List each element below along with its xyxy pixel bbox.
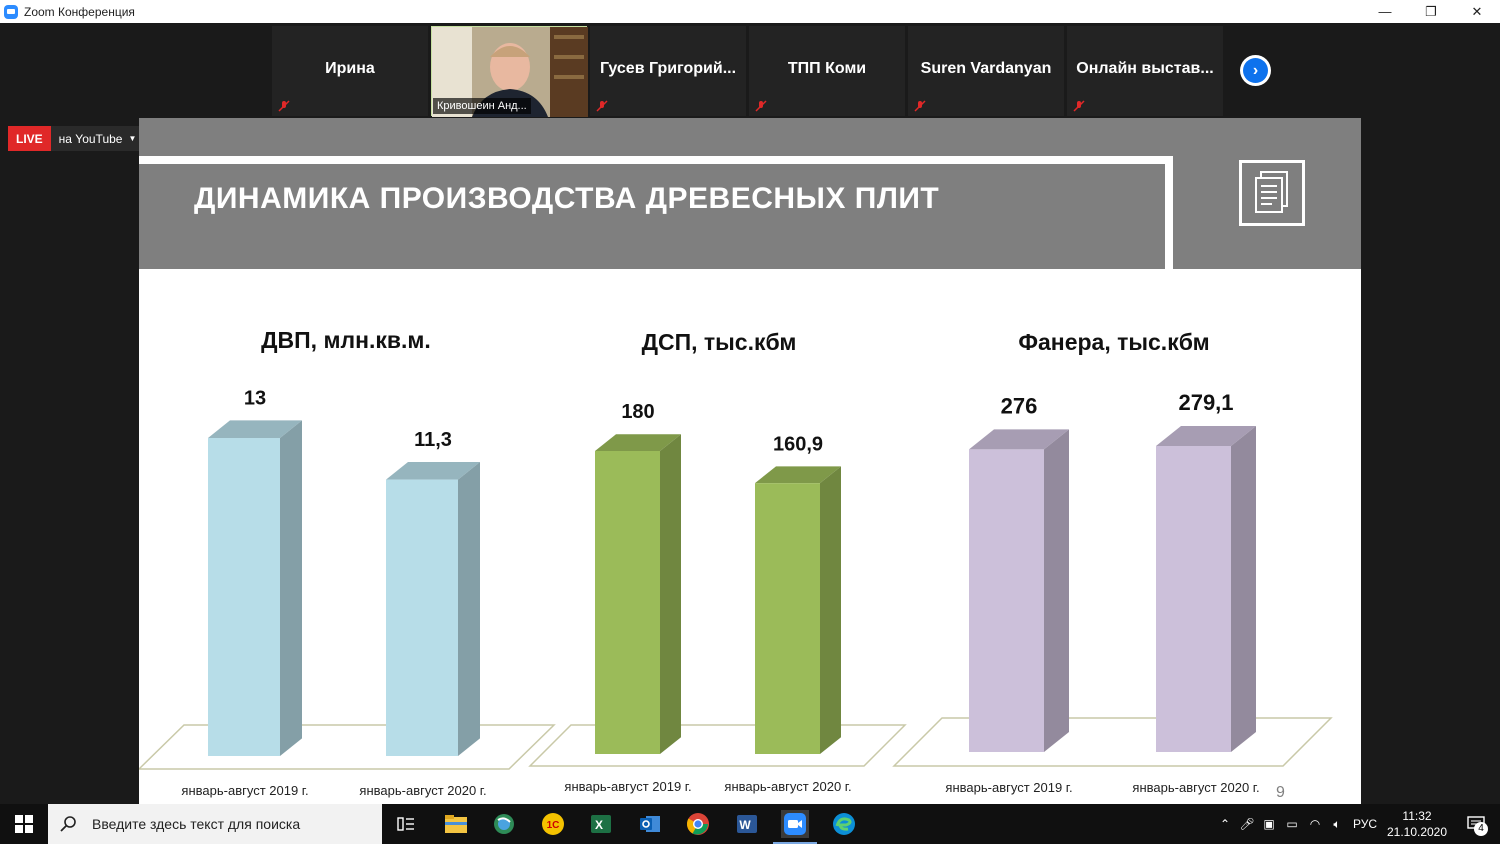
data-label: 276 xyxy=(1001,393,1038,418)
category-label: январь-август 2020 г. xyxy=(724,779,851,794)
data-label: 180 xyxy=(621,401,654,423)
slide-page-number: 9 xyxy=(1276,784,1285,801)
chart-floor xyxy=(892,717,1333,767)
bar-side xyxy=(1044,429,1069,752)
chevron-right-icon: › xyxy=(1243,58,1268,83)
data-label: 13 xyxy=(244,387,266,409)
category-label: январь-август 2020 г. xyxy=(1132,780,1259,795)
live-destination-label: на YouTube xyxy=(58,131,123,146)
chart-title: ДСП, тыс.кбм xyxy=(642,329,797,355)
data-label: 160,9 xyxy=(773,433,823,455)
notifications-button[interactable]: 4 xyxy=(1452,804,1500,844)
browser-icon[interactable] xyxy=(490,810,518,838)
participant-name: Suren Vardanyan xyxy=(920,60,1052,77)
muted-mic-icon xyxy=(914,100,926,112)
taskbar-search-box[interactable]: Введите здесь текст для поиска xyxy=(48,804,382,844)
word-icon[interactable]: W xyxy=(733,810,761,838)
bar xyxy=(595,451,660,754)
file-explorer-icon[interactable] xyxy=(442,810,470,838)
volume-icon[interactable]: 🔈︎ xyxy=(1326,817,1348,832)
muted-mic-icon xyxy=(755,100,767,112)
clock[interactable]: 11:32 21.10.2020 xyxy=(1382,808,1452,840)
zoom-logo-icon xyxy=(4,4,18,19)
bar-side xyxy=(660,434,681,754)
participant-name: Гусев Григорий... xyxy=(599,60,737,77)
bar-side xyxy=(458,461,480,756)
muted-mic-icon xyxy=(596,100,608,112)
category-label: январь-август 2020 г. xyxy=(359,783,486,798)
minimize-button[interactable]: — xyxy=(1362,0,1408,23)
outlook-icon[interactable] xyxy=(636,810,664,838)
window-title: Zoom Конференция xyxy=(24,4,135,19)
chrome-icon[interactable] xyxy=(684,810,712,838)
microphone-icon[interactable]: 🎤︎ xyxy=(1236,817,1258,831)
search-icon xyxy=(60,816,76,832)
chart-floor xyxy=(139,724,556,770)
muted-mic-icon xyxy=(1073,100,1085,112)
battery-icon[interactable]: ▭ xyxy=(1280,817,1304,831)
bar xyxy=(969,449,1044,752)
zoom-window: Zoom Конференция — ❐ ✕ Ирина Кривошеин А… xyxy=(0,0,1500,844)
bar xyxy=(386,479,458,756)
data-label: 279,1 xyxy=(1178,390,1233,415)
search-placeholder: Введите здесь текст для поиска xyxy=(92,816,301,832)
svg-text:1C: 1C xyxy=(547,820,560,831)
language-indicator[interactable]: РУС xyxy=(1348,817,1382,831)
restore-button[interactable]: ❐ xyxy=(1408,0,1454,23)
wifi-icon[interactable]: ◠ xyxy=(1304,817,1326,831)
live-destination[interactable]: на YouTube ▼ xyxy=(50,126,145,151)
chevron-up-icon[interactable]: ⌃ xyxy=(1214,817,1236,831)
chart-floor xyxy=(528,724,907,767)
muted-mic-icon xyxy=(278,100,290,112)
chart-title: ДВП, млн.кв.м. xyxy=(261,327,431,353)
bar xyxy=(208,438,280,756)
excel-icon[interactable]: X xyxy=(587,810,615,838)
participant-tile[interactable]: Онлайн выстав... xyxy=(1067,26,1223,116)
network-status-icon[interactable]: ▣ xyxy=(1258,817,1280,831)
bar xyxy=(755,483,820,754)
participant-tile[interactable]: Ирина xyxy=(272,26,428,116)
shared-screen-slide: ДИНАМИКА ПРОИЗВОДСТВА ДРЕВЕСНЫХ ПЛИТ ДВП… xyxy=(139,118,1361,827)
participant-name: ТПП Коми xyxy=(787,60,867,77)
edge-icon[interactable] xyxy=(830,810,858,838)
charts-area: ДВП, млн.кв.м. 13 январь-август 2019 г. 11,… xyxy=(139,327,1333,798)
svg-text:W: W xyxy=(739,818,751,832)
bar-side xyxy=(820,466,841,754)
participant-name: Кривошеин Анд... xyxy=(433,98,531,114)
participant-tile[interactable]: Гусев Григорий... xyxy=(590,26,746,116)
next-page-button[interactable]: › xyxy=(1240,55,1271,86)
category-label: январь-август 2019 г. xyxy=(564,779,691,794)
clock-date: 21.10.2020 xyxy=(1386,825,1448,839)
1c-icon[interactable]: 1C xyxy=(539,810,567,838)
category-label: январь-август 2019 г. xyxy=(181,783,308,798)
live-stream-indicator[interactable]: LIVE на YouTube ▼ xyxy=(8,126,145,151)
start-button[interactable] xyxy=(0,804,48,844)
participant-video-tile[interactable]: Кривошеин Анд... xyxy=(431,26,588,117)
clock-time: 11:32 xyxy=(1402,809,1432,823)
svg-text:X: X xyxy=(595,818,603,832)
close-button[interactable]: ✕ xyxy=(1454,0,1500,23)
live-badge: LIVE xyxy=(8,126,51,151)
data-label: 11,3 xyxy=(414,429,452,451)
bar xyxy=(1156,446,1231,752)
participant-tile[interactable]: ТПП Коми xyxy=(749,26,905,116)
participant-tile[interactable]: Suren Vardanyan xyxy=(908,26,1064,116)
task-view-icon[interactable] xyxy=(392,810,420,838)
chevron-down-icon: ▼ xyxy=(128,134,137,143)
windows-taskbar: Введите здесь текст для поиска 1C X W ⌃ … xyxy=(0,804,1500,844)
zoom-icon[interactable] xyxy=(781,810,809,838)
title-bar: Zoom Конференция — ❐ ✕ xyxy=(0,0,1500,23)
chart-title: Фанера, тыс.кбм xyxy=(1018,329,1209,355)
meeting-area: Ирина Кривошеин Анд... Гусев Григорий...… xyxy=(0,23,1500,827)
notification-count: 4 xyxy=(1474,822,1488,836)
system-tray: ⌃ 🎤︎ ▣ ▭ ◠ 🔈︎ РУС 11:32 21.10.2020 4 xyxy=(1214,804,1500,844)
participant-gallery: Ирина Кривошеин Анд... Гусев Григорий...… xyxy=(272,26,1223,117)
category-label: январь-август 2019 г. xyxy=(945,780,1072,795)
bar-side xyxy=(280,420,302,756)
bar-side xyxy=(1231,426,1256,752)
participant-name: Ирина xyxy=(325,60,375,77)
windows-logo-icon xyxy=(15,815,33,833)
participant-name: Онлайн выстав... xyxy=(1076,60,1214,77)
